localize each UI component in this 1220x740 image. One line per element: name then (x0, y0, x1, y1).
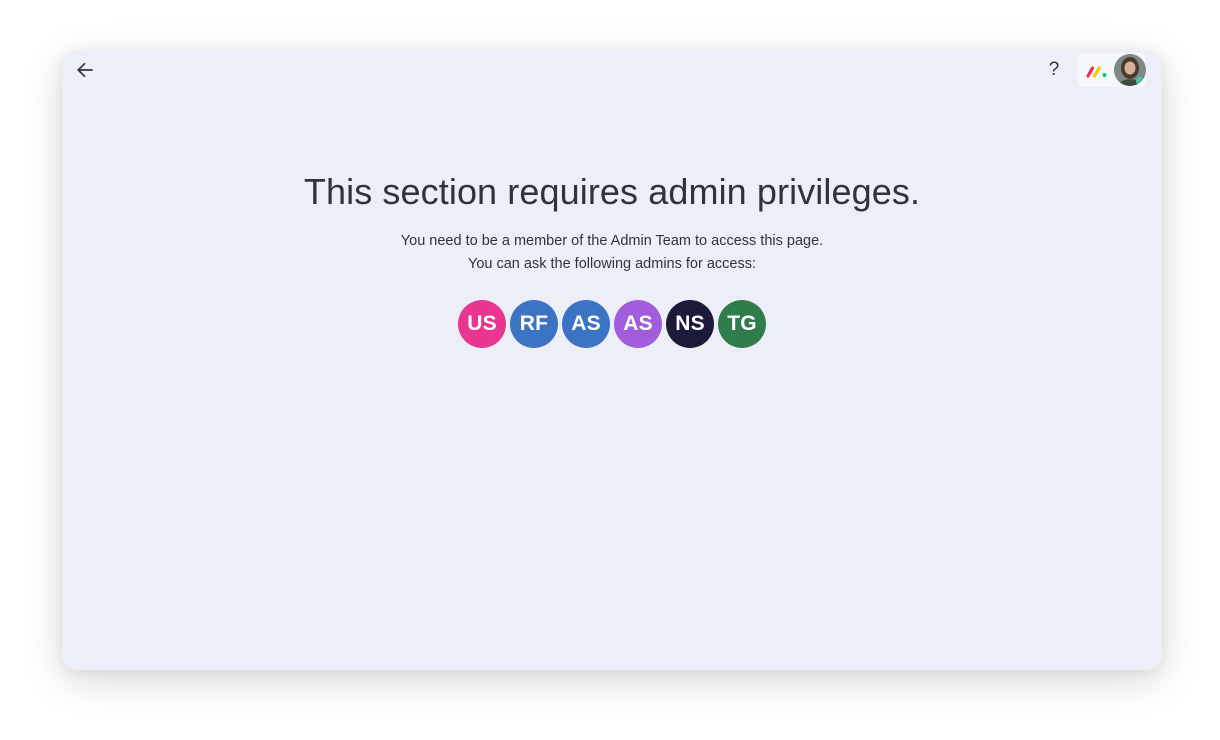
admin-avatar[interactable]: US (458, 300, 506, 348)
account-menu[interactable] (1078, 53, 1146, 87)
app-window: ? This section requires admin privileges… (62, 50, 1162, 670)
admin-avatar[interactable]: AS (562, 300, 610, 348)
admin-list: US RF AS AS NS TG (62, 300, 1162, 348)
access-message-line-2: You can ask the following admins for acc… (467, 256, 756, 272)
admin-avatar[interactable]: TG (718, 300, 766, 348)
page-title: This section requires admin privileges. (303, 171, 921, 212)
admin-avatar[interactable]: NS (666, 300, 714, 348)
back-button[interactable] (72, 58, 98, 82)
user-photo-avatar (1114, 54, 1146, 86)
arrow-left-icon (77, 62, 93, 78)
access-denied-panel: This section requires admin privileges. … (62, 168, 1162, 348)
monday-logo-icon (1086, 66, 1107, 78)
help-button[interactable]: ? (1040, 57, 1068, 83)
access-message-line-1: You need to be a member of the Admin Tea… (400, 233, 824, 249)
admin-avatar[interactable]: AS (614, 300, 662, 348)
access-message: You need to be a member of the Admin Tea… (62, 230, 1162, 276)
user-avatar[interactable] (1114, 54, 1146, 86)
admin-avatar[interactable]: RF (510, 300, 558, 348)
help-label: ? (1048, 59, 1060, 80)
